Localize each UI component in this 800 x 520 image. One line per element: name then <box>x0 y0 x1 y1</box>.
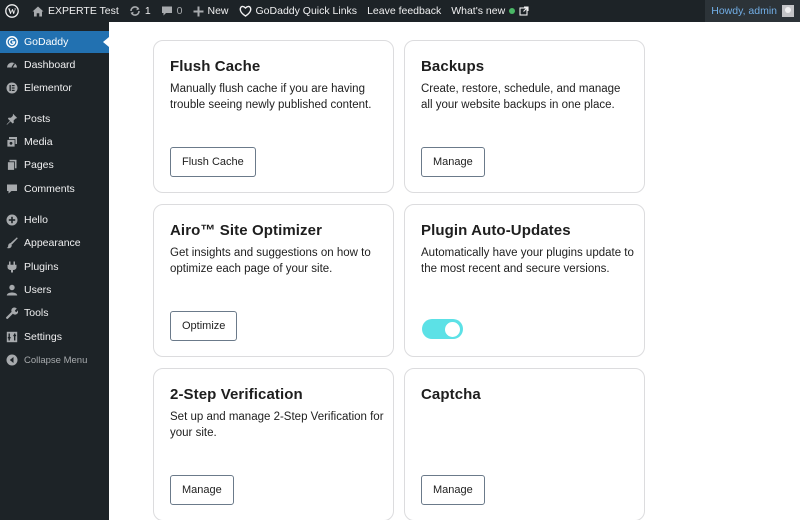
toggle-knob <box>445 321 460 337</box>
flush-cache-card: Flush Cache Manually flush cache if you … <box>153 40 394 193</box>
sidebar-item-label: Posts <box>24 113 51 125</box>
manage-captcha-button[interactable]: Manage <box>421 475 485 505</box>
quick-links-label: GoDaddy Quick Links <box>255 5 358 17</box>
sidebar-item-appearance[interactable]: Appearance <box>0 232 109 254</box>
sidebar-item-label: Elementor <box>24 82 72 94</box>
manage-backups-button[interactable]: Manage <box>421 147 485 177</box>
sidebar-item-plugins[interactable]: Plugins <box>0 256 109 278</box>
sidebar-item-comments[interactable]: Comments <box>0 178 109 200</box>
sidebar-item-label: Dashboard <box>24 59 76 71</box>
captcha-card: Captcha Manage <box>404 368 645 520</box>
card-description: Set up and manage 2-Step Verification fo… <box>170 411 384 439</box>
comment-bubble-icon <box>161 5 173 17</box>
godaddy-quick-links[interactable]: GoDaddy Quick Links <box>234 0 363 22</box>
plus-icon <box>193 6 204 17</box>
sidebar-item-label: GoDaddy <box>24 36 69 48</box>
updates-count: 1 <box>144 5 151 17</box>
comments-count: 0 <box>176 5 183 17</box>
new-content-link[interactable]: New <box>188 0 234 22</box>
card-title: 2-Step Verification <box>170 386 303 403</box>
manage-2sv-button[interactable]: Manage <box>170 475 234 505</box>
feedback-label: Leave feedback <box>367 5 442 17</box>
sidebar-item-media[interactable]: Media <box>0 131 109 153</box>
svg-text:W: W <box>8 6 17 16</box>
card-title: Flush Cache <box>170 58 261 75</box>
home-icon <box>32 6 44 17</box>
settings-icon <box>6 331 18 343</box>
flush-cache-button[interactable]: Flush Cache <box>170 147 256 177</box>
card-description: Manually flush cache if you are having t… <box>170 83 372 111</box>
card-description: Get insights and suggestions on how to o… <box>170 247 371 275</box>
plug-icon <box>6 261 18 273</box>
plus-circle-icon <box>6 214 18 226</box>
plugin-auto-updates-card: Plugin Auto-Updates Automatically have y… <box>404 204 645 357</box>
site-name-link[interactable]: EXPERTE Test <box>27 0 124 22</box>
my-account-link[interactable]: Howdy, admin <box>705 0 800 22</box>
admin-bar: W EXPERTE Test 1 0 New GoDaddy Quick Lin… <box>0 0 800 22</box>
sidebar-item-label: Comments <box>24 183 75 195</box>
collapse-menu-button[interactable]: Collapse Menu <box>0 349 109 371</box>
external-link-icon <box>519 6 529 16</box>
sidebar-item-label: Plugins <box>24 261 59 273</box>
status-dot-icon <box>509 8 516 14</box>
wordpress-logo-icon[interactable]: W <box>0 0 27 22</box>
pin-icon <box>6 113 18 125</box>
sidebar-item-label: Pages <box>24 159 54 171</box>
two-step-verification-card: 2-Step Verification Set up and manage 2-… <box>153 368 394 520</box>
site-name-label: EXPERTE Test <box>48 5 119 17</box>
card-title: Airo™ Site Optimizer <box>170 222 323 239</box>
card-description: Create, restore, schedule, and manage al… <box>421 83 621 111</box>
whats-new-label: What's new <box>451 5 506 17</box>
collapse-icon <box>6 354 18 366</box>
card-title: Plugin Auto-Updates <box>421 222 571 239</box>
admin-sidebar: GoDaddy Dashboard Elementor Posts Media … <box>0 22 109 520</box>
wrench-icon <box>6 307 18 319</box>
card-description: Automatically have your plugins update t… <box>421 247 634 275</box>
whats-new-link[interactable]: What's new <box>446 0 534 22</box>
howdy-label: Howdy, admin <box>711 5 777 17</box>
sidebar-item-tools[interactable]: Tools <box>0 302 109 324</box>
backups-card: Backups Create, restore, schedule, and m… <box>404 40 645 193</box>
sidebar-item-label: Tools <box>24 307 49 319</box>
user-icon <box>6 284 18 296</box>
pages-icon <box>6 159 18 171</box>
sidebar-item-godaddy[interactable]: GoDaddy <box>0 31 109 53</box>
sidebar-item-label: Media <box>24 136 53 148</box>
leave-feedback-link[interactable]: Leave feedback <box>362 0 446 22</box>
card-title: Captcha <box>421 386 481 403</box>
sidebar-item-users[interactable]: Users <box>0 279 109 301</box>
optimize-button[interactable]: Optimize <box>170 311 238 341</box>
new-label: New <box>207 5 229 17</box>
sidebar-item-label: Hello <box>24 214 48 226</box>
sidebar-item-label: Settings <box>24 331 62 343</box>
updates-icon <box>129 5 141 17</box>
comment-icon <box>6 183 18 195</box>
sidebar-item-pages[interactable]: Pages <box>0 154 109 176</box>
sidebar-item-elementor[interactable]: Elementor <box>0 77 109 99</box>
site-optimizer-card: Airo™ Site Optimizer Get insights and su… <box>153 204 394 357</box>
sidebar-item-label: Collapse Menu <box>24 354 88 366</box>
sidebar-item-label: Appearance <box>24 237 81 249</box>
card-title: Backups <box>421 58 485 75</box>
sidebar-item-settings[interactable]: Settings <box>0 326 109 348</box>
sidebar-item-dashboard[interactable]: Dashboard <box>0 54 109 76</box>
elementor-icon <box>6 82 18 94</box>
godaddy-icon <box>239 5 252 17</box>
media-icon <box>6 136 18 148</box>
avatar <box>782 5 794 17</box>
sidebar-item-label: Users <box>24 284 52 296</box>
brush-icon <box>6 237 18 249</box>
auto-updates-toggle[interactable] <box>422 319 463 339</box>
godaddy-icon <box>6 36 18 48</box>
comments-link[interactable]: 0 <box>156 0 188 22</box>
sidebar-item-posts[interactable]: Posts <box>0 108 109 130</box>
sidebar-item-hello[interactable]: Hello <box>0 209 109 231</box>
updates-link[interactable]: 1 <box>124 0 156 22</box>
dashboard-icon <box>6 59 18 71</box>
